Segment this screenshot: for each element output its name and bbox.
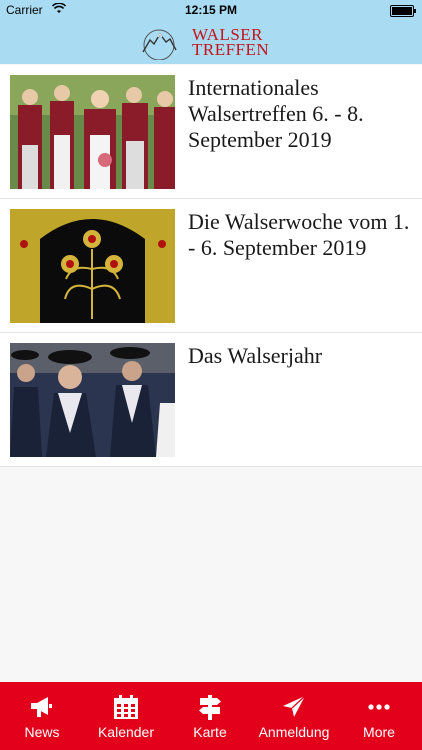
battery-icon bbox=[390, 5, 416, 17]
tab-bar: News Kalender Karte Anmeldung More bbox=[0, 682, 422, 750]
tab-news[interactable]: News bbox=[0, 682, 84, 750]
news-title: Die Walserwoche vom 1. - 6. September 20… bbox=[188, 209, 410, 260]
news-thumbnail bbox=[10, 343, 175, 457]
news-title: Das Walserjahr bbox=[188, 343, 323, 368]
tab-label: News bbox=[24, 724, 60, 740]
news-thumbnail bbox=[10, 75, 175, 189]
news-title: Internationales Walsertreffen 6. - 8. Se… bbox=[188, 75, 364, 152]
tab-karte[interactable]: Karte bbox=[168, 682, 252, 750]
tab-anmeldung[interactable]: Anmeldung bbox=[252, 682, 336, 750]
news-item[interactable]: Internationales Walsertreffen 6. - 8. Se… bbox=[0, 65, 422, 199]
signpost-icon bbox=[199, 695, 221, 720]
megaphone-icon bbox=[31, 697, 52, 717]
tab-more[interactable]: More bbox=[336, 682, 422, 750]
tab-label: More bbox=[363, 724, 395, 740]
news-thumbnail bbox=[10, 209, 175, 323]
logo-text-line2: TREFFEN bbox=[192, 40, 270, 59]
paper-plane-icon bbox=[283, 695, 306, 717]
more-dots-icon bbox=[368, 704, 390, 710]
calendar-icon bbox=[114, 695, 138, 719]
mountain-logo-icon bbox=[142, 29, 177, 60]
news-list: Internationales Walsertreffen 6. - 8. Se… bbox=[0, 65, 422, 467]
news-item[interactable]: Die Walserwoche vom 1. - 6. September 20… bbox=[0, 199, 422, 333]
tab-label: Karte bbox=[193, 724, 227, 740]
news-item[interactable]: Das Walserjahr bbox=[0, 333, 422, 467]
status-bar: Carrier 12:15 PM bbox=[0, 0, 422, 20]
tab-label: Kalender bbox=[97, 724, 155, 740]
tab-kalender[interactable]: Kalender bbox=[84, 682, 168, 750]
tab-label: Anmeldung bbox=[258, 724, 330, 740]
app-header: WALSER TREFFEN bbox=[0, 20, 422, 64]
clock: 12:15 PM bbox=[184, 3, 238, 17]
walser-treffen-logo: WALSER TREFFEN bbox=[140, 26, 285, 60]
